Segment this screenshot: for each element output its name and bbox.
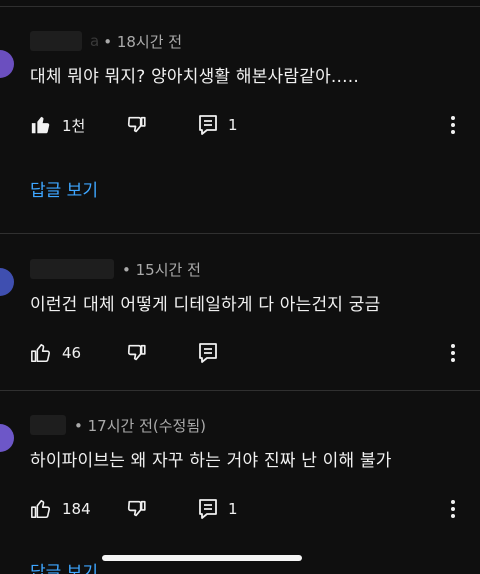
like-count: 184 xyxy=(62,500,91,518)
avatar[interactable] xyxy=(0,50,14,78)
thumbs-down-icon xyxy=(126,498,148,520)
avatar[interactable] xyxy=(0,424,14,452)
view-replies-link[interactable]: 답글 보기 xyxy=(30,558,98,574)
comment-icon xyxy=(198,342,218,364)
comment-meta: • 15시간 전 xyxy=(30,258,201,280)
more-options-button[interactable] xyxy=(446,338,460,368)
like-button[interactable]: 46 xyxy=(30,338,81,368)
comment-actions: 46 xyxy=(0,338,480,368)
reply-count: 1 xyxy=(228,500,238,518)
author-name-redacted[interactable] xyxy=(30,31,82,51)
comment-timestamp: • 15시간 전 xyxy=(122,260,201,279)
thumbs-down-icon xyxy=(126,114,148,136)
reply-button[interactable]: 1 xyxy=(198,110,238,140)
thumbs-up-icon xyxy=(30,342,52,364)
reply-count: 1 xyxy=(228,116,238,134)
more-options-button[interactable] xyxy=(446,494,460,524)
dislike-button[interactable] xyxy=(126,494,148,524)
reply-button[interactable]: 1 xyxy=(198,494,238,524)
author-name-redacted[interactable] xyxy=(30,415,66,435)
comment-icon xyxy=(198,498,218,520)
thumbs-up-icon xyxy=(30,114,52,136)
view-replies-link[interactable]: 답글 보기 xyxy=(30,176,98,201)
comment-timestamp: • 18시간 전 xyxy=(103,32,183,51)
comment-actions: 184 1 xyxy=(0,494,480,524)
more-vert-icon xyxy=(446,342,460,364)
home-indicator[interactable] xyxy=(102,555,302,561)
dislike-button[interactable] xyxy=(126,110,148,140)
comment-meta: • 17시간 전(수정됨) xyxy=(30,414,206,436)
divider xyxy=(0,390,480,391)
more-options-button[interactable] xyxy=(446,110,460,140)
comment-meta: a • 18시간 전 xyxy=(30,30,182,52)
comment-text: 하이파이브는 왜 자꾸 하는 거야 진짜 난 이해 불가 xyxy=(30,451,392,471)
comment-text: 이런건 대체 어떻게 디테일하게 다 아는건지 궁금 xyxy=(30,295,381,315)
like-button[interactable]: 1천 xyxy=(30,110,85,140)
comment-icon xyxy=(198,114,218,136)
like-count: 46 xyxy=(62,344,82,362)
reply-button[interactable] xyxy=(198,338,228,368)
like-count: 1천 xyxy=(62,116,86,135)
comment-timestamp: • 17시간 전(수정됨) xyxy=(74,416,206,435)
avatar[interactable] xyxy=(0,268,14,296)
more-vert-icon xyxy=(446,114,460,136)
author-name-redacted[interactable] xyxy=(30,259,114,279)
thumbs-down-icon xyxy=(126,342,148,364)
divider xyxy=(0,233,480,234)
more-vert-icon xyxy=(446,498,460,520)
top-divider xyxy=(0,6,480,7)
dislike-button[interactable] xyxy=(126,338,148,368)
comment-actions: 1천 1 xyxy=(0,110,480,140)
author-name-suffix: a xyxy=(90,32,100,50)
comment-text: 대체 뭐야 뭐지? 양아치생활 해본사람같아..... xyxy=(30,67,359,87)
thumbs-up-icon xyxy=(30,498,52,520)
like-button[interactable]: 184 xyxy=(30,494,91,524)
